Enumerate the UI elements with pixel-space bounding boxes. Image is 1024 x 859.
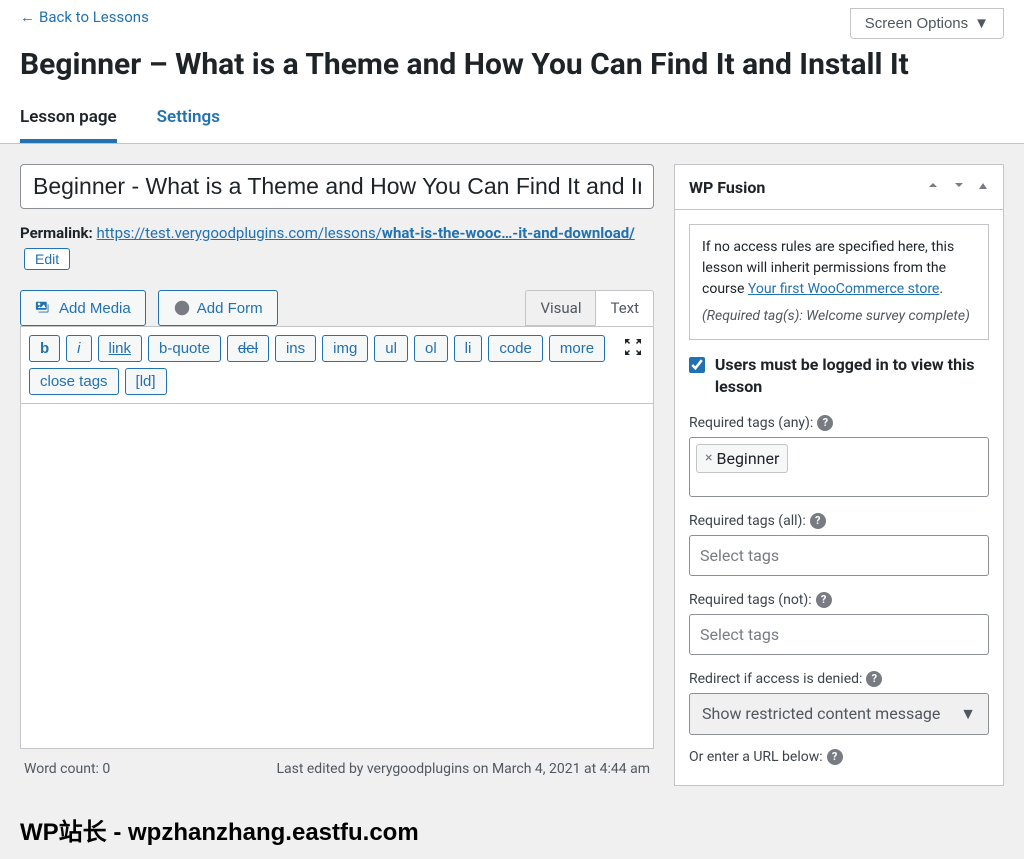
permalink-label: Permalink: (20, 224, 93, 242)
required-tags-not-input[interactable]: Select tags (689, 614, 989, 655)
page-title: Beginner – What is a Theme and How You C… (20, 47, 1004, 83)
tabs: Lesson page Settings (0, 95, 1024, 144)
qt-img[interactable]: img (322, 335, 368, 362)
url-below-label: Or enter a URL below: ? (689, 749, 989, 765)
add-form-button[interactable]: Add Form (158, 290, 278, 326)
editor-tab-visual[interactable]: Visual (525, 290, 595, 326)
triangle-up-icon[interactable] (977, 177, 989, 197)
required-any-label: Required tags (any): ? (689, 415, 989, 431)
info-box: If no access rules are specified here, t… (689, 224, 989, 340)
chevron-up-icon[interactable] (925, 177, 941, 197)
content-editor[interactable] (20, 404, 654, 749)
permalink-row: Permalink: https://test.verygoodplugins.… (20, 221, 654, 272)
permalink-link[interactable]: https://test.verygoodplugins.com/lessons… (97, 224, 635, 242)
editor-tab-text[interactable]: Text (595, 290, 654, 326)
qt-italic[interactable]: i (66, 335, 91, 362)
help-icon[interactable]: ? (817, 415, 833, 431)
fullscreen-icon[interactable] (623, 337, 643, 361)
qt-ul[interactable]: ul (374, 335, 408, 362)
wp-fusion-metabox: WP Fusion If no access rules are specifi… (674, 164, 1004, 786)
help-icon[interactable]: ? (816, 592, 832, 608)
watermark: WP站长 - wpzhanzhang.eastfu.com (20, 812, 419, 847)
qt-code[interactable]: code (488, 335, 543, 362)
qt-bold[interactable]: b (29, 335, 60, 362)
help-icon[interactable]: ? (827, 749, 843, 765)
required-tags-note: (Required tag(s): Welcome survey complet… (702, 306, 976, 327)
arrow-left-icon: ← (20, 8, 35, 26)
quicktags-toolbar: b i link b-quote del ins img ul ol li co… (20, 326, 654, 404)
tab-settings[interactable]: Settings (157, 95, 220, 143)
word-count: Word count: 0 (24, 761, 110, 777)
tab-lesson-page[interactable]: Lesson page (20, 95, 117, 143)
qt-link[interactable]: link (98, 335, 143, 362)
qt-more[interactable]: more (549, 335, 605, 362)
redirect-label: Redirect if access is denied: ? (689, 671, 989, 687)
back-link-label: Back to Lessons (39, 8, 149, 26)
metabox-title: WP Fusion (689, 178, 765, 197)
qt-ol[interactable]: ol (414, 335, 448, 362)
edit-permalink-button[interactable]: Edit (24, 248, 70, 270)
help-icon[interactable]: ? (866, 671, 882, 687)
help-icon[interactable]: ? (810, 513, 826, 529)
qt-close-tags[interactable]: close tags (29, 368, 119, 395)
qt-del[interactable]: del (227, 335, 269, 362)
qt-ld[interactable]: [ld] (125, 368, 167, 395)
required-all-label: Required tags (all): ? (689, 513, 989, 529)
screen-options-label: Screen Options (865, 15, 968, 32)
required-tags-all-input[interactable]: Select tags (689, 535, 989, 576)
required-not-label: Required tags (not): ? (689, 592, 989, 608)
back-to-lessons-link[interactable]: ← Back to Lessons (20, 8, 149, 26)
qt-li[interactable]: li (454, 335, 483, 362)
add-media-button[interactable]: Add Media (20, 290, 146, 326)
redirect-select[interactable]: Show restricted content message ▼ (689, 693, 989, 735)
lesson-title-input[interactable] (20, 164, 654, 209)
form-icon (173, 299, 191, 317)
media-icon (35, 299, 53, 317)
required-tags-any-input[interactable]: × Beginner (689, 437, 989, 497)
qt-blockquote[interactable]: b-quote (148, 335, 221, 362)
logged-in-checkbox[interactable] (689, 356, 705, 374)
remove-tag-icon[interactable]: × (705, 450, 712, 466)
qt-ins[interactable]: ins (275, 335, 316, 362)
logged-in-label: Users must be logged in to view this les… (715, 354, 989, 399)
tag-chip-beginner: × Beginner (696, 444, 788, 473)
chevron-down-icon[interactable] (951, 177, 967, 197)
triangle-down-icon: ▼ (960, 704, 976, 724)
last-edited: Last edited by verygoodplugins on March … (276, 761, 650, 777)
screen-options-button[interactable]: Screen Options ▼ (850, 8, 1004, 39)
course-link[interactable]: Your first WooCommerce store (748, 281, 939, 297)
triangle-down-icon: ▼ (974, 15, 989, 32)
